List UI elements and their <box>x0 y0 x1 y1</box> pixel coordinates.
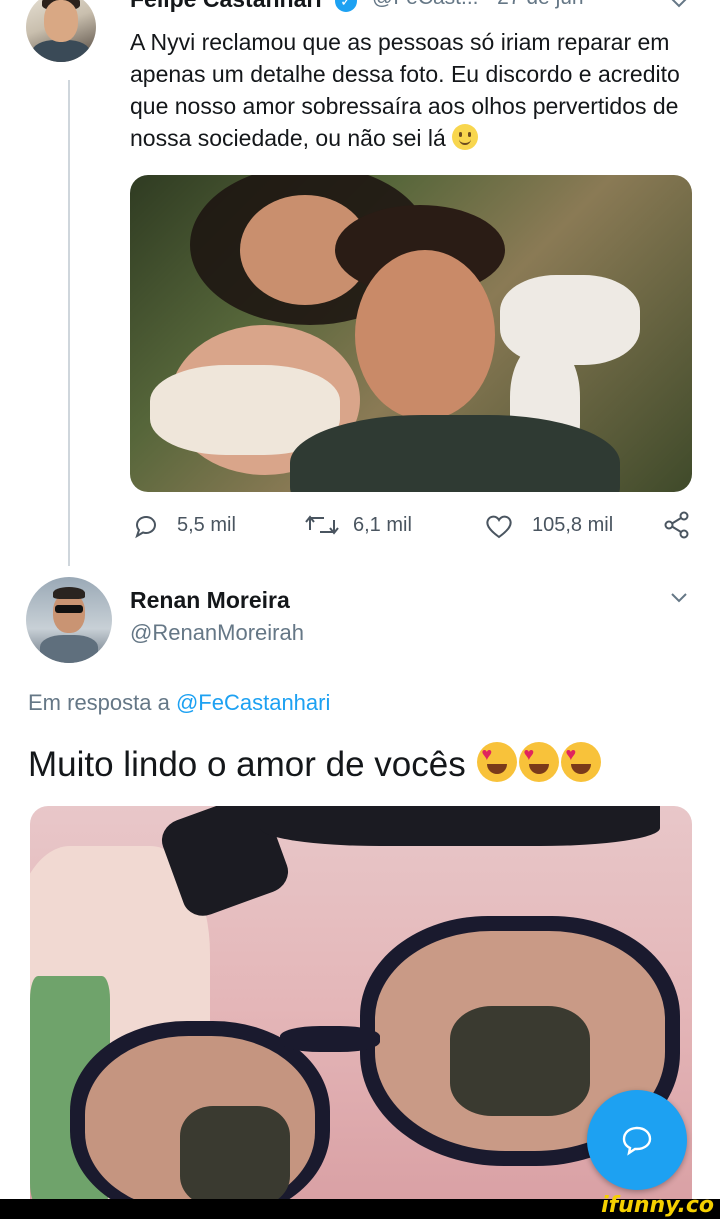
like-count: 105,8 mil <box>532 514 614 536</box>
smiling-face-icon <box>452 124 479 150</box>
chevron-down-icon[interactable] <box>670 0 688 12</box>
share-icon[interactable] <box>662 510 692 540</box>
reply-author-name[interactable]: Renan Moreira <box>130 587 290 614</box>
compose-reply-button[interactable] <box>587 1090 687 1190</box>
like-heart-icon[interactable] <box>484 512 514 540</box>
author-avatar-felipe[interactable] <box>26 0 96 62</box>
reply-to-link[interactable]: @FeCastanhari <box>176 690 330 715</box>
thread-line <box>68 80 70 566</box>
heart-eyes-icon <box>519 742 560 782</box>
reply-author-handle: @RenanMoreirah <box>130 620 304 645</box>
in-reply-to: Em resposta a @FeCastanhari <box>28 690 331 715</box>
author-avatar-renan[interactable] <box>26 577 112 663</box>
retweet-count: 6,1 mil <box>353 514 412 536</box>
author-name[interactable]: Felipe Castanhari <box>130 0 322 13</box>
reply-count: 5,5 mil <box>177 514 236 536</box>
tweet-photo[interactable] <box>130 175 692 492</box>
reply-icon[interactable] <box>132 512 160 540</box>
reply-text: Muito lindo o amor de vocês <box>28 742 602 785</box>
heart-eyes-icon <box>561 742 602 782</box>
author-handle-and-date: @FeCast... · 27 de jun <box>372 0 584 10</box>
verified-badge-icon: ✓ <box>335 0 357 12</box>
retweet-icon[interactable] <box>304 510 340 540</box>
tweet-text: A Nyvi reclamou que as pessoas só iriam … <box>130 29 680 151</box>
heart-eyes-icon <box>477 742 518 782</box>
ifunny-watermark: ifunny.co <box>601 1193 714 1218</box>
chat-bubble-icon <box>622 1126 652 1156</box>
chevron-down-icon[interactable] <box>670 589 688 607</box>
